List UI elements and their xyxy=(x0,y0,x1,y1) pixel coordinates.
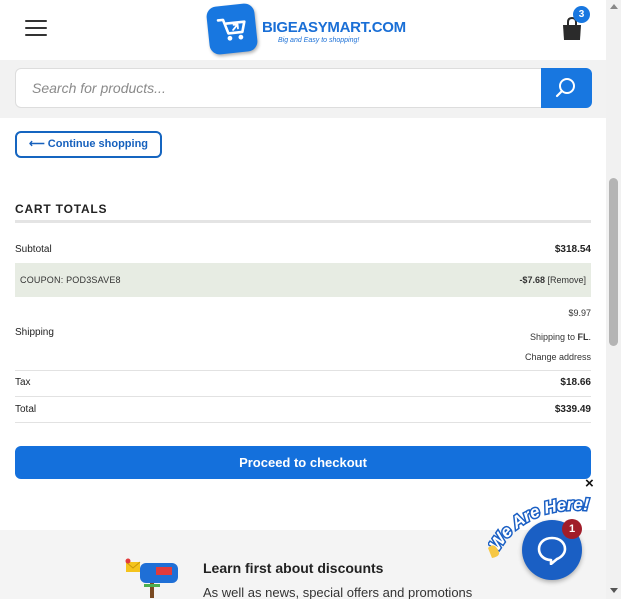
subtotal-value: $318.54 xyxy=(554,244,591,255)
cart-count-badge[interactable]: 3 xyxy=(573,6,590,23)
shipping-value: $9.97 xyxy=(568,308,591,318)
proceed-to-checkout-button[interactable]: Proceed to checkout xyxy=(15,446,591,479)
logo-cart-badge xyxy=(205,2,259,56)
shipping-state: FL xyxy=(577,332,589,342)
shopping-cart-logo-icon xyxy=(216,18,246,41)
search-input[interactable] xyxy=(16,69,541,107)
subtotal-label: Subtotal xyxy=(15,244,52,255)
site-header: BIGEASYMART.COM Big and Easy to shopping… xyxy=(0,0,606,118)
menu-icon[interactable] xyxy=(25,20,47,38)
remove-coupon-link[interactable]: [Remove] xyxy=(547,275,586,285)
change-address-link[interactable]: Change address xyxy=(525,352,591,362)
logo-name: BIGEASYMART.COM xyxy=(262,19,406,36)
title-divider xyxy=(15,220,591,223)
scroll-down-arrow[interactable] xyxy=(610,588,618,593)
coupon-label: COUPON: POD3SAVE8 xyxy=(20,275,121,285)
divider xyxy=(15,370,591,371)
divider xyxy=(15,396,591,397)
search-icon xyxy=(555,78,575,98)
search-button[interactable] xyxy=(541,68,592,108)
divider xyxy=(15,422,591,423)
page-scrollbar[interactable] xyxy=(606,0,621,599)
shipping-to-prefix: Shipping to xyxy=(529,332,578,342)
site-logo[interactable]: BIGEASYMART.COM Big and Easy to shopping… xyxy=(205,2,408,56)
tax-label: Tax xyxy=(15,377,31,388)
total-value: $339.49 xyxy=(554,404,591,415)
chat-unread-badge: 1 xyxy=(562,519,582,539)
cart-totals-title: CART TOTALS xyxy=(15,202,108,216)
top-bar: BIGEASYMART.COM Big and Easy to shopping… xyxy=(0,0,606,60)
newsletter-subtitle: As well as news, special offers and prom… xyxy=(203,585,473,599)
chat-icon xyxy=(537,536,567,565)
continue-shopping-button[interactable]: ⟵ Continue shopping xyxy=(15,131,162,158)
coupon-row: COUPON: POD3SAVE8 -$7.68 [Remove] xyxy=(15,263,591,297)
coupon-amount: -$7.68 xyxy=(519,275,545,285)
search-bar xyxy=(15,68,592,108)
mailbox-icon xyxy=(125,558,178,598)
shipping-destination: Shipping to FL. xyxy=(529,332,591,342)
total-label: Total xyxy=(15,404,37,415)
tax-value: $18.66 xyxy=(560,377,591,388)
newsletter-title: Learn first about discounts xyxy=(203,560,384,576)
scroll-up-arrow[interactable] xyxy=(610,4,618,9)
logo-tagline: Big and Easy to shopping! xyxy=(278,37,360,44)
shipping-label: Shipping xyxy=(15,327,54,338)
coupon-value: -$7.68 [Remove] xyxy=(519,275,586,285)
scroll-thumb[interactable] xyxy=(609,178,618,346)
